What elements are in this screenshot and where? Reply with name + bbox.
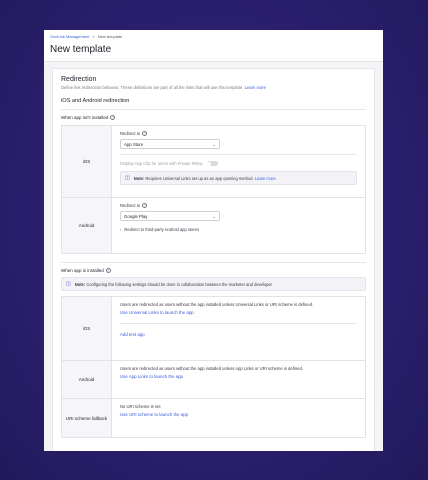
add-test-app-link[interactable]: Add test app	[120, 332, 357, 337]
question-circle-icon[interactable]: ?	[105, 268, 111, 273]
breadcrumb-current: New template	[97, 34, 123, 39]
app-links-link[interactable]: Use App Links to launch the app	[120, 374, 357, 379]
redirect-to-label: Redirect to ?	[120, 131, 357, 136]
group-label-not-installed: When app isn't installed ?	[61, 115, 366, 120]
table-row-android-installed: Android Users are redirected as users wi…	[62, 361, 365, 399]
uri-scheme-link[interactable]: Use URI scheme to launch the app	[120, 412, 357, 417]
question-circle-icon[interactable]: ?	[142, 203, 148, 208]
page-title: New template	[50, 44, 112, 55]
redirection-card: Redirection Define link redirection beha…	[52, 68, 375, 451]
breadcrumb: OneLink Management > New template	[50, 34, 377, 39]
chevron-down-icon: ⌄	[212, 213, 216, 219]
table-row-uri-fallback: URI scheme fallback No URI scheme is set…	[62, 399, 365, 437]
collaboration-note: ◫ Note: Configuring the following settin…	[61, 277, 366, 291]
redirect-to-label: Redirect to ?	[120, 203, 357, 208]
divider	[61, 262, 366, 263]
note-bold: Note:	[74, 281, 86, 287]
row-body-uri: No URI scheme is set Use URI scheme to l…	[112, 399, 365, 437]
android-installed-text: Users are redirected as users without th…	[120, 366, 303, 371]
divider	[120, 323, 357, 324]
breadcrumb-separator: >	[92, 34, 95, 39]
section-title: Redirection	[61, 76, 97, 83]
section-subtitle: iOS and Android redirection	[61, 98, 130, 104]
row-label-android: Android	[62, 361, 112, 398]
android-redirect-select[interactable]: Google Play ⌄	[120, 211, 220, 221]
expander-label: Redirect to third-party Android app stor…	[124, 227, 200, 232]
row-body-ios: Users are redirected as users without th…	[112, 297, 365, 360]
group-label-text: When app is installed	[61, 268, 104, 273]
group-label-text: When app isn't installed	[61, 115, 109, 120]
section-description: Define link redirection behavior. These …	[61, 85, 366, 90]
note-bold: Note:	[133, 175, 145, 181]
ios-redirect-select-value: App Store	[124, 141, 144, 147]
group-label-installed: When app is installed ?	[61, 268, 366, 273]
question-circle-icon[interactable]: ?	[110, 115, 116, 120]
section-description-text: Define link redirection behavior. These …	[61, 85, 244, 90]
page-header: OneLink Management > New template New te…	[44, 30, 383, 62]
app-clip-toggle-row: Display App Clip for users with Private …	[120, 161, 357, 166]
third-party-stores-expander[interactable]: › Redirect to third-party Android app st…	[120, 227, 357, 232]
ios-redirect-select[interactable]: App Store ⌄	[120, 139, 220, 149]
note-content: Note: Requires Universal Links set up as…	[134, 176, 276, 181]
redirect-to-text: Redirect to	[120, 131, 141, 136]
app-window: OneLink Management > New template New te…	[44, 30, 383, 451]
universal-links-link[interactable]: Use Universal Links to launch the app	[120, 310, 357, 315]
row-label-ios: iOS	[62, 126, 112, 197]
chevron-right-icon: ›	[120, 227, 122, 232]
not-installed-table: iOS Redirect to ? App Store ⌄ Display Ap…	[61, 125, 366, 254]
android-redirect-select-value: Google Play	[124, 213, 148, 219]
chat-note-icon: ◫	[125, 175, 130, 181]
table-row-ios-not-installed: iOS Redirect to ? App Store ⌄ Display Ap…	[62, 126, 365, 198]
row-body-android: Redirect to ? Google Play ⌄ › Redirect t…	[112, 198, 365, 253]
row-label-uri: URI scheme fallback	[62, 399, 112, 437]
divider	[61, 109, 366, 110]
installed-table: iOS Users are redirected as users withou…	[61, 296, 366, 438]
app-clip-toggle[interactable]	[206, 161, 218, 166]
universal-links-note: ◫ Note: Requires Universal Links set up …	[120, 171, 357, 185]
note-text: Configuring the following settings shoul…	[86, 281, 273, 287]
redirect-to-text: Redirect to	[120, 203, 141, 208]
note-text: Requires Universal Links set up as an ap…	[145, 175, 254, 181]
ios-installed-text: Users are redirected as users without th…	[120, 302, 314, 307]
note-content: Note: Configuring the following settings…	[75, 282, 272, 287]
uri-status-text: No URI scheme is set	[120, 404, 161, 409]
table-row-ios-installed: iOS Users are redirected as users withou…	[62, 297, 365, 361]
app-clip-toggle-label: Display App Clip for users with Private …	[120, 161, 203, 166]
divider	[120, 154, 357, 155]
row-body-ios: Redirect to ? App Store ⌄ Display App Cl…	[112, 126, 365, 197]
row-body-android: Users are redirected as users without th…	[112, 361, 365, 398]
question-circle-icon[interactable]: ?	[142, 131, 148, 136]
row-label-ios: iOS	[62, 297, 112, 360]
table-row-android-not-installed: Android Redirect to ? Google Play ⌄ › Re…	[62, 198, 365, 253]
row-label-android: Android	[62, 198, 112, 253]
learn-more-link[interactable]: Learn more	[245, 85, 266, 90]
breadcrumb-parent-link[interactable]: OneLink Management	[50, 34, 89, 39]
chevron-down-icon: ⌄	[212, 141, 216, 147]
note-learn-more-link[interactable]: Learn more	[255, 176, 276, 181]
chat-note-icon: ◫	[66, 281, 71, 287]
